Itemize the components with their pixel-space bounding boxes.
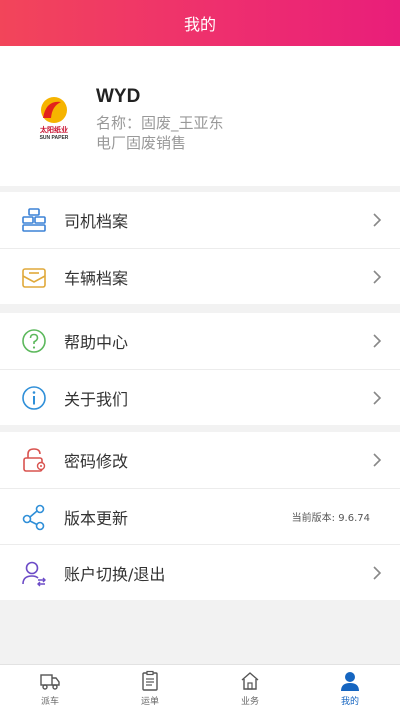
menu-item-change-password[interactable]: 密码修改 bbox=[0, 432, 400, 488]
about-us-label: 关于我们 bbox=[64, 389, 129, 409]
vehicle-files-icon bbox=[22, 268, 46, 288]
driver-files-label: 司机档案 bbox=[64, 212, 129, 231]
tab-mine-label: 我的 bbox=[340, 697, 359, 707]
tab-dispatch[interactable]: 派车 bbox=[0, 665, 100, 710]
current-version-text: 当前版本: 9.6.74 bbox=[291, 513, 370, 524]
tab-dispatch-label: 派车 bbox=[40, 697, 59, 707]
home-icon bbox=[241, 672, 259, 690]
tab-mine[interactable]: 我的 bbox=[300, 665, 400, 710]
app-header: 我的 bbox=[0, 0, 400, 46]
menu-group-account: 密码修改 版本更新 当前版本: 9.6.74 账户切换/退出 bbox=[0, 432, 400, 600]
chevron-right-icon bbox=[373, 391, 382, 405]
chevron-right-icon bbox=[373, 453, 382, 467]
company-logo: 太阳纸业 SUN PAPER bbox=[40, 97, 69, 141]
chevron-right-icon bbox=[373, 334, 382, 348]
menu-item-vehicle-files[interactable]: 车辆档案 bbox=[0, 248, 400, 304]
profile-card: 太阳纸业 SUN PAPER WYD 名称：固废_王亚东 电厂固废销售 bbox=[0, 46, 400, 186]
clipboard-icon bbox=[142, 670, 158, 691]
tab-waybill-label: 运单 bbox=[140, 697, 159, 707]
user-icon bbox=[341, 672, 359, 691]
user-name: WYD bbox=[96, 86, 141, 107]
chevron-right-icon bbox=[373, 566, 382, 580]
menu-item-about-us[interactable]: 关于我们 bbox=[0, 369, 400, 425]
tab-waybill[interactable]: 运单 bbox=[100, 665, 200, 710]
truck-icon bbox=[40, 674, 60, 690]
chevron-right-icon bbox=[373, 270, 382, 284]
lock-icon bbox=[23, 448, 46, 472]
switch-account-label: 账户切换/退出 bbox=[64, 564, 166, 584]
bottom-tab-bar: 派车 运单 业务 我的 bbox=[0, 664, 400, 710]
tab-business-label: 业务 bbox=[240, 697, 259, 707]
vehicle-files-label: 车辆档案 bbox=[64, 268, 129, 288]
svg-text:太阳纸业: 太阳纸业 bbox=[40, 125, 68, 134]
version-update-label: 版本更新 bbox=[64, 508, 129, 528]
menu-item-help-center[interactable]: 帮助中心 bbox=[0, 313, 400, 369]
change-password-label: 密码修改 bbox=[64, 452, 129, 471]
menu-item-driver-files[interactable]: 司机档案 bbox=[0, 192, 400, 248]
menu-group-support: 帮助中心 关于我们 bbox=[0, 313, 400, 425]
driver-files-icon bbox=[22, 208, 46, 232]
page-title: 我的 bbox=[183, 15, 216, 34]
menu-item-version-update[interactable]: 版本更新 当前版本: 9.6.74 bbox=[0, 488, 400, 544]
share-nodes-icon bbox=[22, 504, 45, 531]
menu-item-switch-account[interactable]: 账户切换/退出 bbox=[0, 544, 400, 600]
svg-text:SUN PAPER: SUN PAPER bbox=[40, 135, 69, 141]
tab-business[interactable]: 业务 bbox=[200, 665, 300, 710]
help-center-label: 帮助中心 bbox=[64, 333, 129, 352]
menu-group-files: 司机档案 车辆档案 bbox=[0, 192, 400, 304]
user-switch-icon bbox=[22, 561, 46, 587]
user-department: 电厂固废销售 bbox=[96, 134, 187, 152]
info-icon bbox=[22, 386, 46, 410]
user-display-name: 名称：固废_王亚东 bbox=[96, 114, 224, 132]
help-icon bbox=[22, 329, 46, 353]
chevron-right-icon bbox=[373, 213, 382, 227]
